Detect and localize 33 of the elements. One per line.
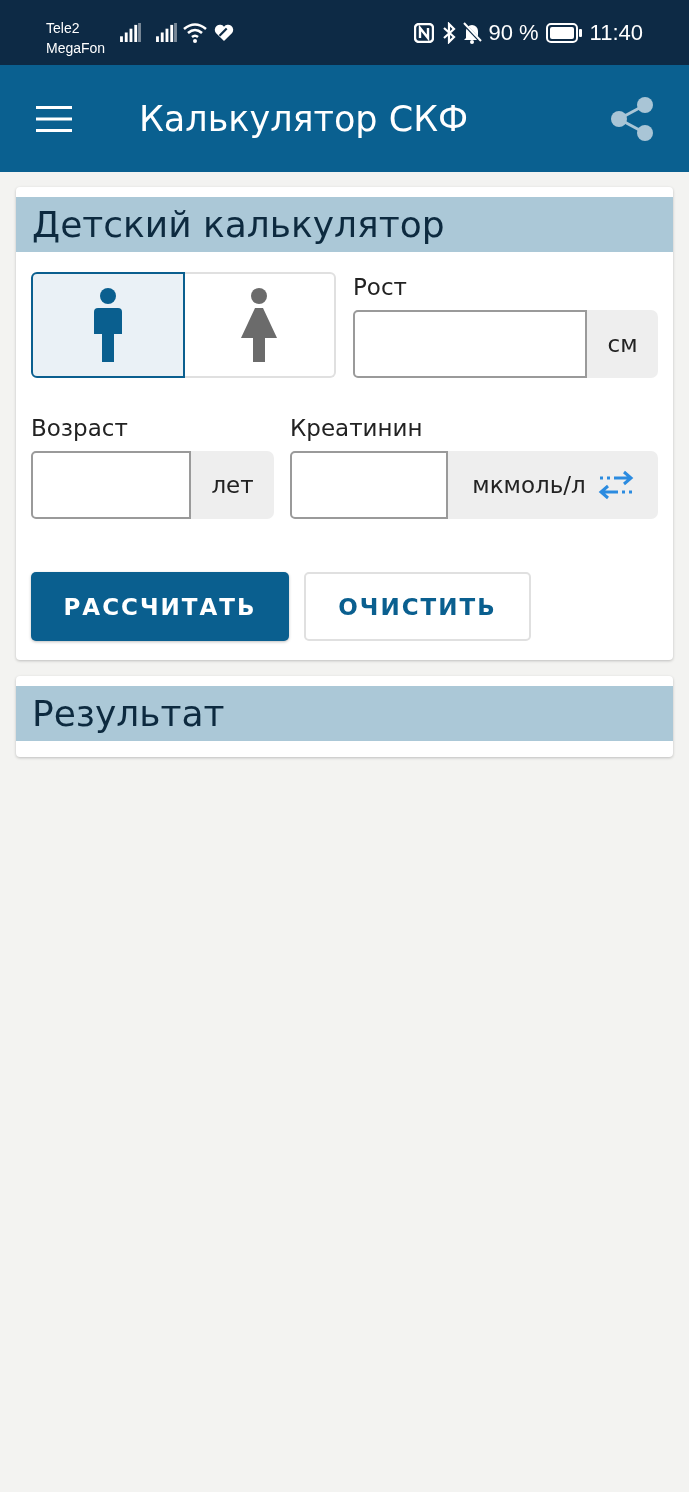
nfc-icon xyxy=(414,22,435,43)
menu-icon[interactable] xyxy=(36,105,72,132)
app-title: Калькулятор СКФ xyxy=(139,98,470,139)
unit-text: см xyxy=(607,331,638,357)
battery-icon xyxy=(545,22,582,43)
female-option[interactable] xyxy=(184,272,336,378)
share-icon[interactable] xyxy=(609,95,655,142)
heart-icon xyxy=(213,23,236,42)
age-label: Возраст xyxy=(31,414,129,443)
section-title: Результат xyxy=(32,693,225,734)
male-option[interactable] xyxy=(31,272,185,378)
female-figure-icon xyxy=(241,288,278,362)
swap-arrows-icon[interactable] xyxy=(597,470,634,500)
clear-button[interactable]: ОЧИСТИТЬ xyxy=(304,572,531,641)
carrier-name: MegaFon xyxy=(46,38,106,58)
wifi-icon xyxy=(183,22,208,43)
height-input[interactable] xyxy=(353,310,587,378)
unit-text: мкмоль/л xyxy=(472,472,586,498)
carrier-name: Tele2 xyxy=(46,18,81,38)
age-input[interactable] xyxy=(31,451,191,519)
section-title: Детский калькулятор xyxy=(32,204,445,245)
creatinine-input[interactable] xyxy=(290,451,448,519)
signal-icon xyxy=(156,23,178,42)
height-label: Рост xyxy=(353,273,408,302)
bell-off-icon xyxy=(462,21,483,44)
unit-text: лет xyxy=(211,472,254,498)
calculate-button[interactable]: РАССЧИТАТЬ xyxy=(31,572,289,641)
signal-icon xyxy=(120,23,142,42)
creatinine-label: Креатинин xyxy=(290,414,424,443)
bluetooth-icon xyxy=(442,21,457,44)
clock-time: 11:40 xyxy=(589,19,643,46)
male-figure-icon xyxy=(93,288,122,362)
battery-percent: 90 % xyxy=(488,19,539,46)
